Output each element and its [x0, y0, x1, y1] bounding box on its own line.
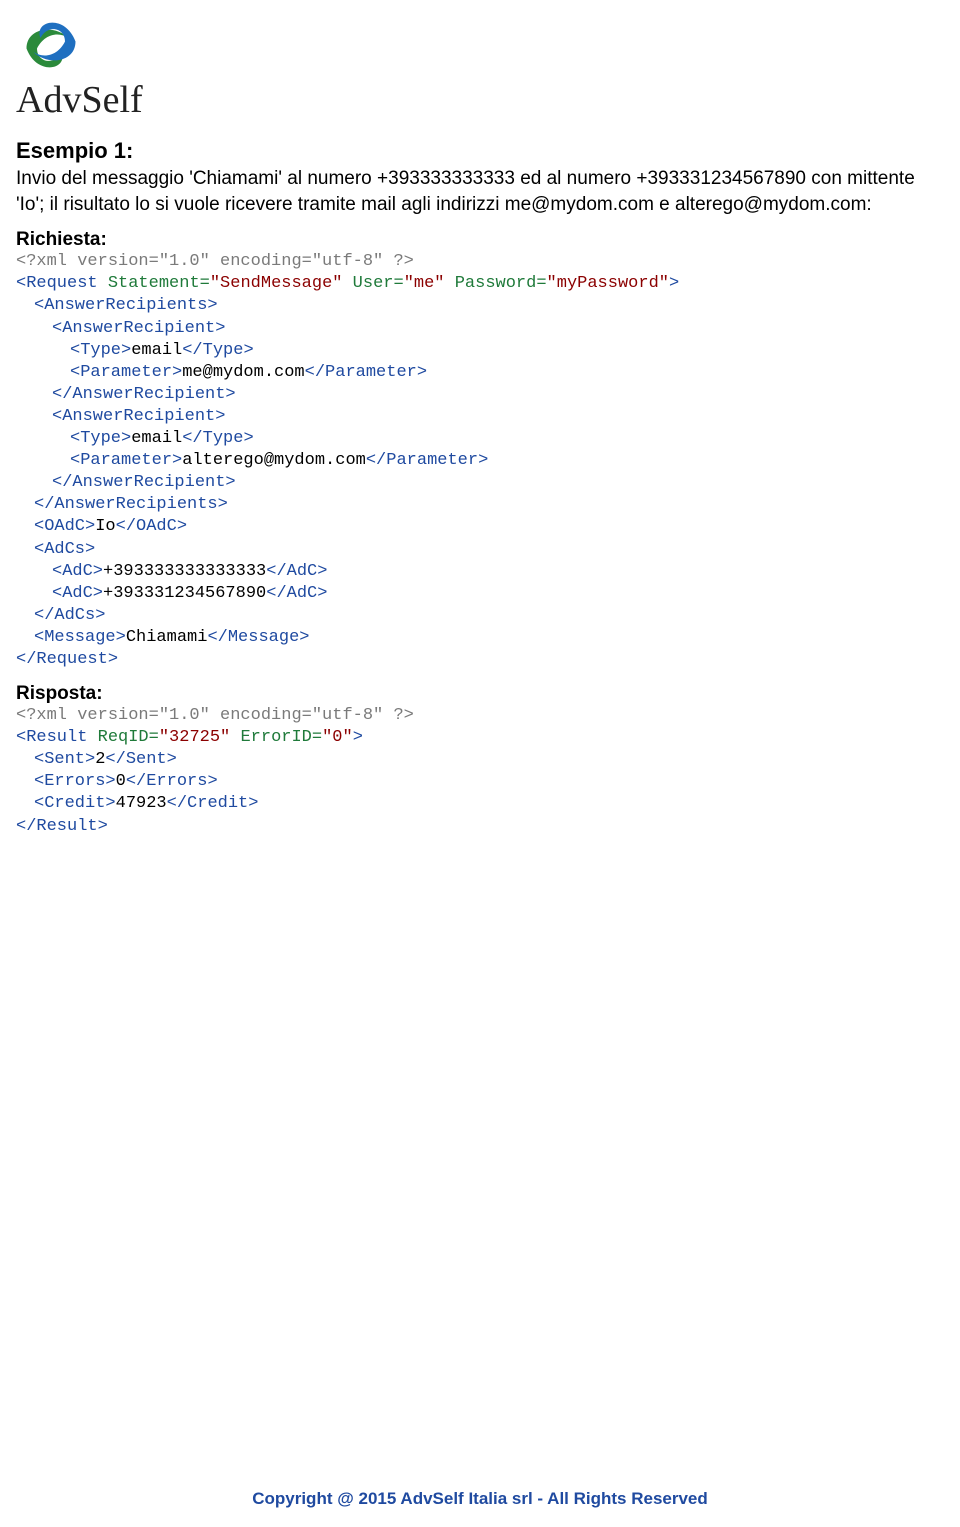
result-close: </Result> [16, 817, 108, 836]
xml-declaration-2: <?xml version="1.0" encoding="utf-8" ?> [16, 706, 414, 725]
adc-close-2: </AdC> [266, 584, 327, 603]
errors-close: </Errors> [126, 772, 218, 791]
answerrecipients-close: </AnswerRecipients> [34, 495, 228, 514]
footer-copyright: Copyright @ 2015 AdvSelf Italia srl - Al… [0, 1489, 960, 1509]
response-xml: <?xml version="1.0" encoding="utf-8" ?> … [16, 705, 944, 838]
result-open-end: > [353, 728, 363, 747]
type-text-1: email [131, 341, 182, 360]
request-close: </Request> [16, 650, 118, 669]
credit-close: </Credit> [167, 794, 259, 813]
request-open: <Request [16, 274, 108, 293]
answerrecipient-open-2: <AnswerRecipient> [52, 407, 225, 426]
example-heading: Esempio 1: [16, 138, 944, 164]
message-open: <Message> [34, 628, 126, 647]
attr-password: Password= [445, 274, 547, 293]
xml-declaration: <?xml version="1.0" encoding="utf-8" ?> [16, 252, 414, 271]
credit-open: <Credit> [34, 794, 116, 813]
sent-close: </Sent> [105, 750, 176, 769]
oadc-close: </OAdC> [116, 517, 187, 536]
sent-open: <Sent> [34, 750, 95, 769]
attr-user: User= [342, 274, 403, 293]
adcs-open: <AdCs> [34, 540, 95, 559]
sent-text: 2 [95, 750, 105, 769]
answerrecipient-close-2: </AnswerRecipient> [52, 473, 236, 492]
attr-errorid: ErrorID= [230, 728, 322, 747]
type-text-2: email [131, 429, 182, 448]
logo: AdvSelf [16, 10, 944, 122]
adc-text-2: +393331234567890 [103, 584, 266, 603]
message-close: </Message> [207, 628, 309, 647]
answerrecipient-open-1: <AnswerRecipient> [52, 319, 225, 338]
logo-icon [16, 10, 86, 80]
type-close-2: </Type> [182, 429, 253, 448]
adcs-close: </AdCs> [34, 606, 105, 625]
type-open-2: <Type> [70, 429, 131, 448]
oadc-open: <OAdC> [34, 517, 95, 536]
example-intro: Invio del messaggio 'Chiamami' al numero… [16, 166, 944, 217]
parameter-close-1: </Parameter> [305, 363, 427, 382]
parameter-open-1: <Parameter> [70, 363, 182, 382]
type-open-1: <Type> [70, 341, 131, 360]
adc-open-1: <AdC> [52, 562, 103, 581]
oadc-text: Io [95, 517, 115, 536]
attr-user-value: "me" [404, 274, 445, 293]
answerrecipient-close-1: </AnswerRecipient> [52, 385, 236, 404]
logo-text: AdvSelf [16, 78, 944, 122]
parameter-close-2: </Parameter> [366, 451, 488, 470]
parameter-text-2: alterego@mydom.com [182, 451, 366, 470]
request-label: Richiesta: [16, 229, 944, 251]
errors-text: 0 [116, 772, 126, 791]
attr-errorid-value: "0" [322, 728, 353, 747]
attr-password-value: "myPassword" [547, 274, 669, 293]
adc-text-1: +393333333333333 [103, 562, 266, 581]
adc-open-2: <AdC> [52, 584, 103, 603]
attr-reqid: ReqID= [98, 728, 159, 747]
attr-statement: Statement= [108, 274, 210, 293]
request-open-end: > [669, 274, 679, 293]
parameter-text-1: me@mydom.com [182, 363, 304, 382]
result-open: <Result [16, 728, 98, 747]
answerrecipients-open: <AnswerRecipients> [34, 296, 218, 315]
parameter-open-2: <Parameter> [70, 451, 182, 470]
message-text: Chiamami [126, 628, 208, 647]
response-label: Risposta: [16, 683, 944, 705]
adc-close-1: </AdC> [266, 562, 327, 581]
attr-statement-value: "SendMessage" [210, 274, 343, 293]
attr-reqid-value: "32725" [159, 728, 230, 747]
type-close-1: </Type> [182, 341, 253, 360]
request-xml: <?xml version="1.0" encoding="utf-8" ?> … [16, 251, 944, 671]
errors-open: <Errors> [34, 772, 116, 791]
credit-text: 47923 [116, 794, 167, 813]
